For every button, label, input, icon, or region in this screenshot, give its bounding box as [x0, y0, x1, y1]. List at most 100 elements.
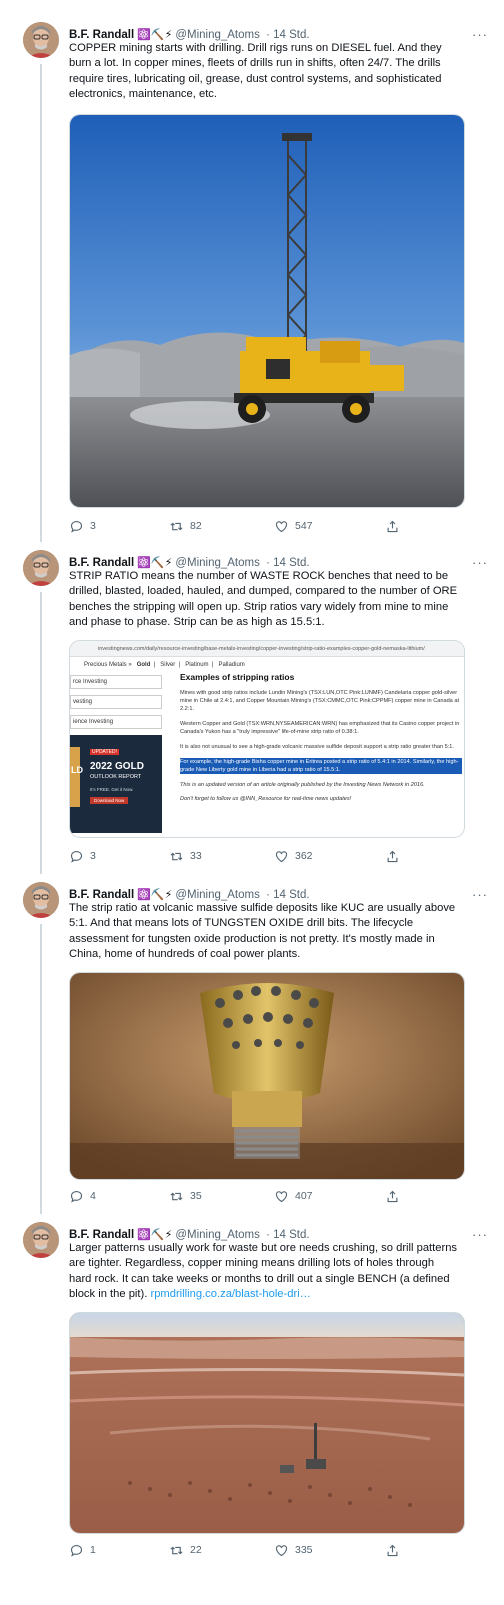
- like-icon: [275, 1544, 288, 1556]
- like-button[interactable]: 547: [274, 518, 313, 534]
- article-paragraph: Western Copper and Gold (TSX:WRN,NYSEAME…: [180, 721, 460, 735]
- article-paragraph: It is also not unusual to see a high-gra…: [180, 744, 454, 750]
- reply-count: 4: [90, 1190, 96, 1202]
- tweet[interactable]: B.F. Randall ⚛️⛏️⚡ @Mining_Atoms · 14 Std.…: [0, 1222, 504, 1582]
- tweet-image-drill-rig[interactable]: [69, 114, 465, 508]
- tweet-actions: 3 82 547: [69, 518, 463, 534]
- ad-brand: LD: [71, 765, 83, 775]
- author-badges: ⚛️⛏️⚡: [137, 29, 173, 41]
- reply-icon: [70, 1190, 83, 1203]
- tweet-actions: 1 22 335: [69, 1542, 463, 1558]
- sidebar-select: ience Investing: [70, 715, 162, 729]
- sidebar-select: vesting: [70, 695, 162, 709]
- share-icon: [387, 1190, 398, 1202]
- like-button[interactable]: 362: [274, 848, 313, 864]
- reply-count: 3: [90, 850, 96, 862]
- like-icon: [275, 520, 288, 532]
- author-handle[interactable]: @Mining_Atoms: [175, 889, 260, 901]
- article-heading: Examples of stripping ratios: [180, 672, 295, 682]
- tweet-text: Larger patterns usually work for waste b…: [69, 1241, 459, 1303]
- retweet-button[interactable]: 82: [169, 518, 202, 534]
- screenshot-url-bar: investingnews.com/daily/resource-investi…: [70, 641, 464, 657]
- retweet-icon: [170, 522, 183, 530]
- retweet-button[interactable]: 22: [169, 1542, 202, 1558]
- tweet-image-article-screenshot[interactable]: investingnews.com/daily/resource-investi…: [69, 640, 465, 838]
- tweet-time[interactable]: · 14 Std.: [266, 29, 309, 41]
- more-icon[interactable]: ···: [472, 26, 488, 44]
- nav-item: Platinum: [185, 662, 209, 668]
- more-icon[interactable]: ···: [472, 886, 488, 904]
- author-badges: ⚛️⛏️⚡: [137, 1229, 173, 1241]
- retweet-button[interactable]: 35: [169, 1188, 202, 1204]
- ad-sub: It's FREE. Get it Now.: [90, 787, 134, 792]
- retweet-count: 82: [190, 520, 202, 532]
- author-handle[interactable]: @Mining_Atoms: [175, 557, 260, 569]
- more-icon[interactable]: ···: [472, 1226, 488, 1244]
- like-button[interactable]: 335: [274, 1542, 313, 1558]
- screenshot-article: Examples of stripping ratios Mines with …: [180, 673, 462, 803]
- retweet-count: 22: [190, 1544, 202, 1556]
- author-name[interactable]: B.F. Randall: [69, 1229, 134, 1241]
- like-count: 335: [295, 1544, 313, 1556]
- more-icon[interactable]: ···: [472, 554, 488, 572]
- retweet-icon: [170, 1192, 183, 1200]
- nav-item: Gold: [136, 662, 151, 668]
- like-count: 407: [295, 1190, 313, 1202]
- like-count: 362: [295, 850, 313, 862]
- tweet[interactable]: B.F. Randall ⚛️⛏️⚡ @Mining_Atoms · 14 Std.…: [0, 550, 504, 870]
- reply-button[interactable]: 1: [69, 1542, 96, 1558]
- avatar[interactable]: [23, 550, 59, 586]
- author-handle[interactable]: @Mining_Atoms: [175, 29, 260, 41]
- ad-button: Download Now: [90, 797, 129, 804]
- retweet-count: 33: [190, 850, 202, 862]
- nav-item: Silver: [160, 662, 176, 668]
- reply-icon: [70, 850, 83, 863]
- tweet-text: STRIP RATIO means the number of WASTE RO…: [69, 570, 458, 629]
- share-icon: [387, 1544, 398, 1556]
- like-button[interactable]: 407: [274, 1188, 313, 1204]
- author-badges: ⚛️⛏️⚡: [137, 557, 173, 569]
- tweet-text: COPPER mining starts with drilling. Dril…: [69, 42, 442, 101]
- screenshot-nav: Precious Metals » Gold | Silver | Platin…: [84, 662, 245, 668]
- tweet[interactable]: B.F. Randall ⚛️⛏️⚡ @Mining_Atoms · 14 Std.…: [0, 22, 504, 542]
- tweet-link[interactable]: rpmdrilling.co.za/blast-hole-dri…: [150, 1288, 310, 1300]
- author-name[interactable]: B.F. Randall: [69, 889, 134, 901]
- tweet[interactable]: B.F. Randall ⚛️⛏️⚡ @Mining_Atoms · 14 Std.…: [0, 882, 504, 1210]
- tweet-time[interactable]: · 14 Std.: [266, 1229, 309, 1241]
- author-handle[interactable]: @Mining_Atoms: [175, 1229, 260, 1241]
- tweet-image-drill-bit[interactable]: [69, 972, 465, 1180]
- tweet-image-open-pit[interactable]: [69, 1312, 465, 1534]
- ad-tag: UPDATED!: [90, 749, 119, 755]
- tweet-time[interactable]: · 14 Std.: [266, 889, 309, 901]
- like-count: 547: [295, 520, 313, 532]
- avatar[interactable]: [23, 882, 59, 918]
- author-badges: ⚛️⛏️⚡: [137, 889, 173, 901]
- avatar[interactable]: [23, 22, 59, 58]
- share-button[interactable]: [385, 1542, 400, 1558]
- share-button[interactable]: [385, 518, 400, 534]
- sidebar-select: rce Investing: [70, 675, 162, 689]
- reply-button[interactable]: 4: [69, 1188, 96, 1204]
- tweet-text: The strip ratio at volcanic massive sulf…: [69, 902, 456, 961]
- like-icon: [275, 1190, 288, 1202]
- author-name[interactable]: B.F. Randall: [69, 557, 134, 569]
- reply-button[interactable]: 3: [69, 518, 96, 534]
- tweet-time[interactable]: · 14 Std.: [266, 557, 309, 569]
- share-button[interactable]: [385, 1188, 400, 1204]
- article-paragraph: Mines with good strip ratios include Lun…: [180, 690, 460, 712]
- reply-icon: [70, 520, 83, 533]
- reply-button[interactable]: 3: [69, 848, 96, 864]
- avatar[interactable]: [23, 1222, 59, 1258]
- reply-count: 3: [90, 520, 96, 532]
- reply-icon: [70, 1544, 83, 1557]
- retweet-button[interactable]: 33: [169, 848, 202, 864]
- share-icon: [387, 520, 398, 532]
- retweet-icon: [170, 852, 183, 860]
- share-icon: [387, 850, 398, 862]
- share-button[interactable]: [385, 848, 400, 864]
- ad-title: 2022 GOLD: [90, 761, 144, 772]
- author-name[interactable]: B.F. Randall: [69, 29, 134, 41]
- article-highlight: For example, the high-grade Bisha copper…: [180, 758, 462, 774]
- article-paragraph: This is an updated version of an article…: [180, 782, 425, 788]
- like-icon: [275, 850, 288, 862]
